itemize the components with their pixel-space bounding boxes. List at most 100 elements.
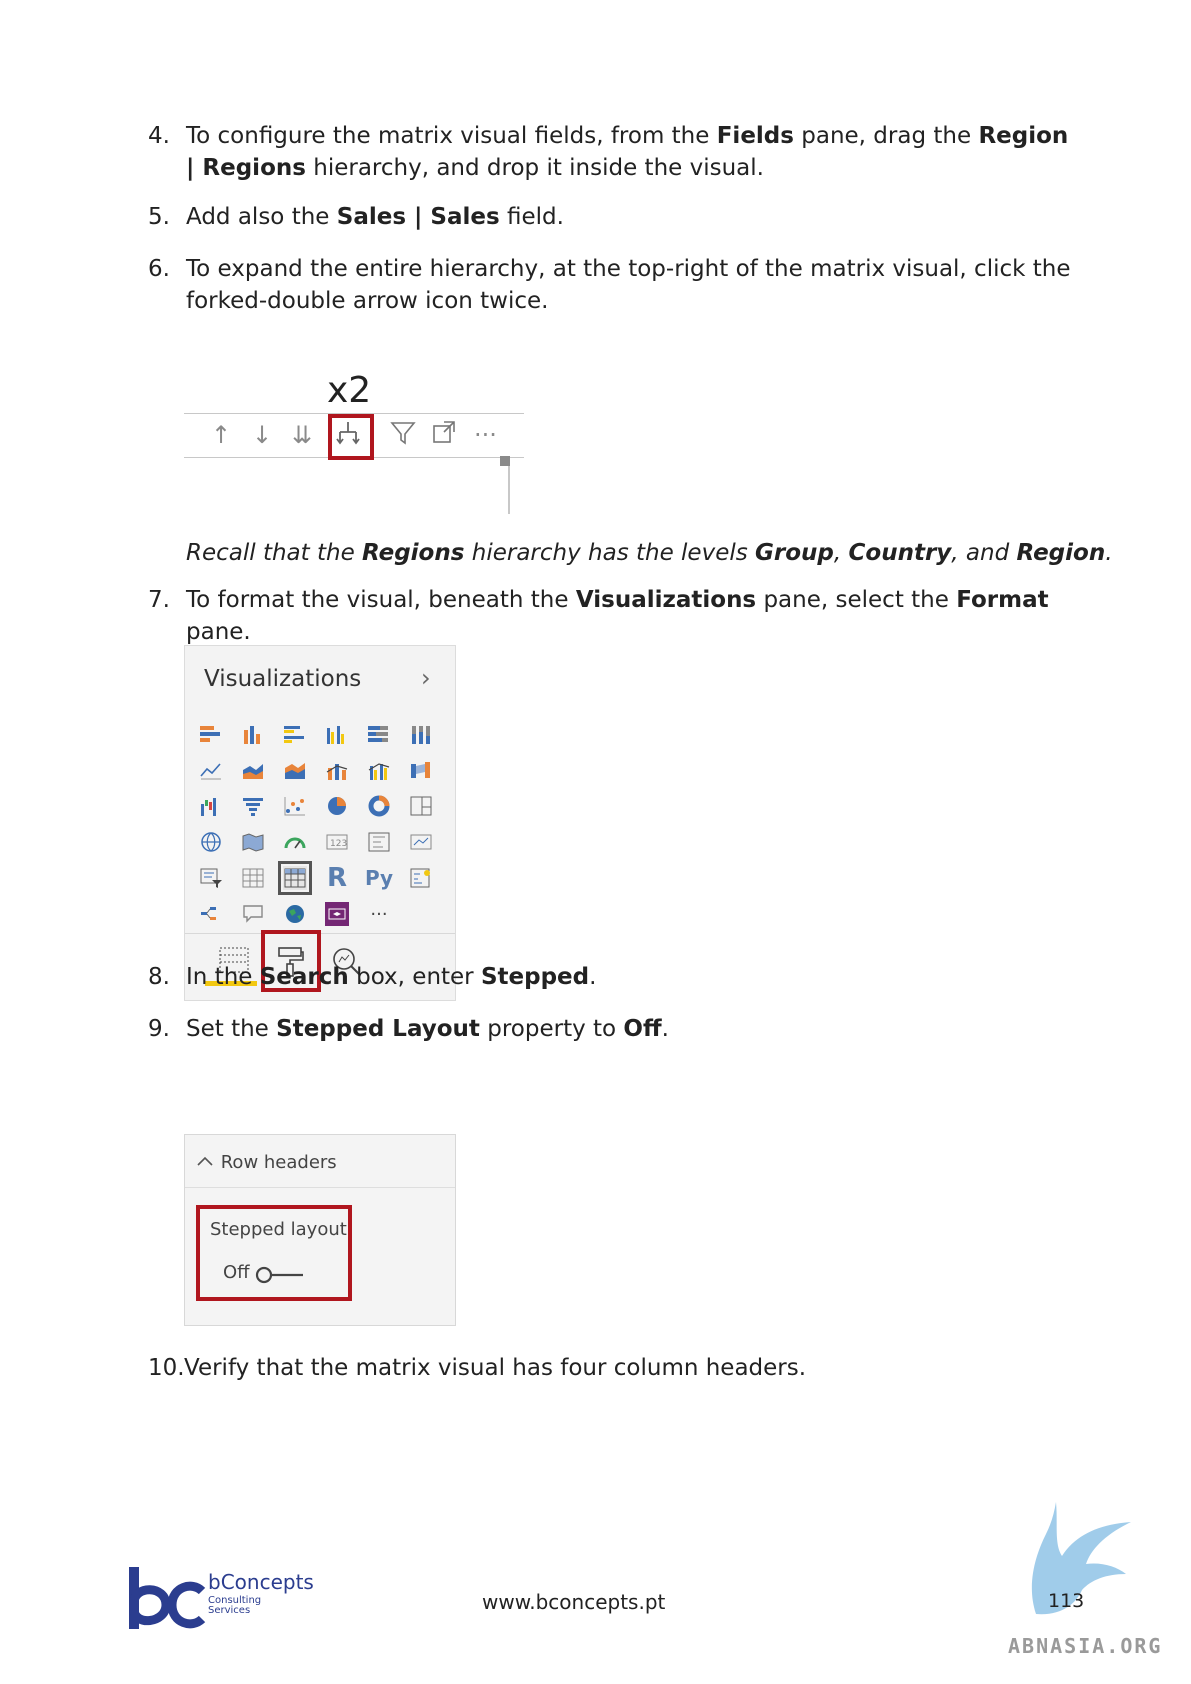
text-run: pane, drag the: [793, 123, 979, 149]
divider: [185, 1187, 455, 1188]
clustered-column-chart-icon[interactable]: [325, 722, 349, 746]
scatter-chart-icon[interactable]: [283, 794, 307, 818]
focus-mode-icon[interactable]: [432, 420, 456, 451]
decomposition-tree-icon[interactable]: [199, 902, 223, 926]
python-visual-icon[interactable]: Py: [365, 866, 393, 890]
treemap-icon[interactable]: [409, 794, 433, 818]
next-level-icon[interactable]: ⇊: [292, 420, 312, 450]
waterfall-chart-icon[interactable]: [199, 794, 223, 818]
table-icon[interactable]: [241, 866, 265, 890]
text-run: property to: [479, 1016, 624, 1042]
line-and-clustered-column-icon[interactable]: [367, 758, 391, 782]
card-icon[interactable]: 123: [325, 830, 349, 854]
step-7: 7. To format the visual, beneath the Vis…: [148, 584, 1078, 648]
bold-term: Off: [623, 1016, 662, 1042]
filter-icon[interactable]: [390, 420, 416, 453]
footer-url[interactable]: www.bconcepts.pt: [482, 1590, 665, 1614]
line-and-stacked-column-icon[interactable]: [325, 758, 349, 782]
drill-down-icon[interactable]: ↓: [252, 420, 272, 450]
key-influencers-icon[interactable]: [409, 866, 433, 890]
matrix-icon[interactable]: [278, 861, 312, 895]
stacked-column-chart-icon[interactable]: [241, 722, 265, 746]
visualizations-pane: Visualizations › 123 R Py ···: [184, 645, 456, 1001]
visual-border: [508, 466, 510, 514]
bold-term: Group: [755, 540, 834, 566]
brand-sub-line: Services: [208, 1605, 251, 1616]
chevron-right-icon[interactable]: ›: [421, 664, 431, 692]
ribbon-chart-icon[interactable]: [409, 758, 433, 782]
pie-chart-icon[interactable]: [325, 794, 349, 818]
bold-term: Regions: [362, 540, 465, 566]
stacked-bar-chart-icon[interactable]: [199, 722, 223, 746]
step-8: 8. In the Search box, enter Stepped.: [148, 961, 1078, 993]
text-run: Set the: [186, 1016, 277, 1042]
matrix-toolbar-figure: x2 ↑ ↓ ⇊ ···: [184, 370, 524, 515]
step-number: 5.: [148, 204, 170, 230]
step-text: In the Search box, enter Stepped.: [186, 961, 1078, 993]
text-run: field.: [499, 204, 564, 230]
highlight-box: [328, 414, 374, 460]
brand-name: bConcepts: [208, 1570, 314, 1594]
section-label: Row headers: [220, 1152, 337, 1173]
arcgis-map-icon[interactable]: [283, 902, 307, 926]
text-run: To format the visual, beneath the: [186, 587, 576, 613]
text-run: hierarchy has the levels: [464, 540, 756, 566]
text-run: To expand the entire hierarchy, at the t…: [186, 256, 1071, 314]
gauge-icon[interactable]: [283, 830, 307, 854]
step-text: To format the visual, beneath the Visual…: [186, 584, 1078, 648]
100-stacked-column-chart-icon[interactable]: [409, 722, 433, 746]
text-run: pane, select the: [756, 587, 957, 613]
100-stacked-bar-chart-icon[interactable]: [367, 722, 391, 746]
step-text: Add also the Sales | Sales field.: [186, 201, 1078, 233]
text-run: , and: [951, 540, 1017, 566]
svg-text:123: 123: [330, 839, 347, 849]
property-label: Stepped layout: [210, 1219, 347, 1240]
bold-term: Country: [848, 540, 952, 566]
step-6: 6. To expand the entire hierarchy, at th…: [148, 253, 1078, 317]
step-5: 5. Add also the Sales | Sales field.: [148, 201, 1078, 233]
r-visual-icon[interactable]: R: [325, 863, 349, 893]
map-icon[interactable]: [199, 830, 223, 854]
step-10: 10. Verify that the matrix visual has fo…: [148, 1352, 1078, 1384]
text-run: .: [661, 1016, 669, 1042]
qna-icon[interactable]: [241, 902, 265, 926]
bold-term: Stepped Layout: [276, 1016, 480, 1042]
step-text: To expand the entire hierarchy, at the t…: [186, 253, 1078, 317]
bold-term: Region: [1016, 540, 1106, 566]
multi-row-card-icon[interactable]: [367, 830, 391, 854]
text-run: ,: [833, 540, 849, 566]
visual-icon-grid: 123 R Py ···: [199, 722, 451, 938]
resize-handle: [500, 456, 510, 466]
more-options-icon[interactable]: ···: [474, 420, 497, 450]
filled-map-icon[interactable]: [241, 830, 265, 854]
brand-subtitle: Consulting Services: [208, 1596, 261, 1616]
clustered-bar-chart-icon[interactable]: [283, 722, 307, 746]
stacked-area-chart-icon[interactable]: [283, 758, 307, 782]
text-run: hierarchy, and drop it inside the visual…: [305, 155, 764, 181]
drill-up-icon[interactable]: ↑: [211, 420, 231, 450]
stepped-layout-toggle[interactable]: [255, 1265, 305, 1285]
bold-term: Visualizations: [575, 587, 757, 613]
recall-note: Recall that the Regions hierarchy has th…: [186, 537, 1113, 569]
step-text: Set the Stepped Layout property to Off.: [186, 1013, 1078, 1045]
watermark-text: ABNASIA.ORG: [1008, 1634, 1163, 1658]
donut-chart-icon[interactable]: [367, 794, 391, 818]
area-chart-icon[interactable]: [241, 758, 265, 782]
toggle-state-label: Off: [223, 1262, 250, 1283]
funnel-chart-icon[interactable]: [241, 794, 265, 818]
pane-title: Visualizations: [204, 666, 362, 692]
line-chart-icon[interactable]: [199, 758, 223, 782]
text-run: box, enter: [348, 964, 481, 990]
row-headers-section[interactable]: Row headers: [195, 1152, 337, 1173]
bold-term: Stepped: [480, 964, 590, 990]
text-run: pane.: [186, 619, 251, 645]
text-run: Recall that the: [186, 540, 363, 566]
twice-label: x2: [327, 370, 372, 411]
text-run: Add also the: [186, 204, 337, 230]
step-9: 9. Set the Stepped Layout property to Of…: [148, 1013, 1078, 1045]
kpi-icon[interactable]: [409, 830, 433, 854]
power-apps-icon[interactable]: [325, 902, 349, 926]
step-number: 6.: [148, 256, 170, 282]
more-visuals-icon[interactable]: ···: [367, 902, 391, 926]
slicer-icon[interactable]: [199, 866, 223, 890]
